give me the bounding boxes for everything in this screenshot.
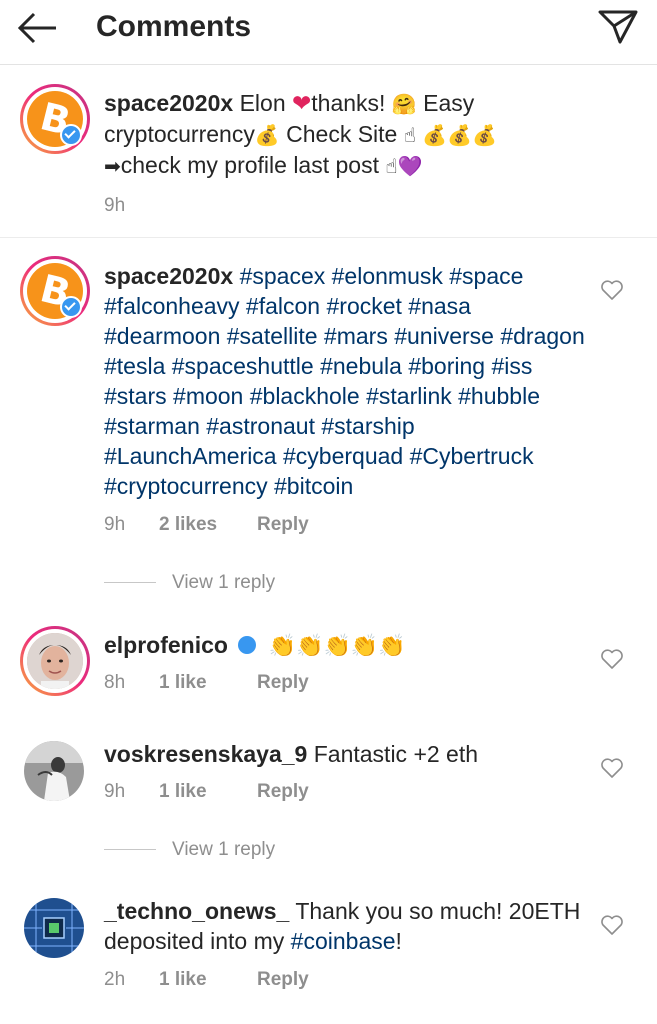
reply-button[interactable]: Reply (257, 780, 309, 804)
comment-username[interactable]: space2020x (104, 263, 233, 289)
avatar[interactable]: B (20, 84, 90, 154)
comment-username[interactable]: voskresenskaya_9 (104, 741, 307, 767)
reply-button[interactable]: Reply (257, 671, 309, 695)
comment-text: space2020x Elon ❤thanks! 🤗 Easy cryptocu… (104, 90, 498, 178)
verified-badge-icon (238, 636, 257, 654)
heart-outline-icon[interactable] (600, 648, 624, 670)
avatar[interactable] (24, 741, 84, 801)
page-title: Comments (96, 10, 252, 43)
pointing-up-icon: ☝ (385, 154, 398, 178)
back-arrow-icon[interactable] (14, 8, 60, 48)
reply-button[interactable]: Reply (257, 968, 309, 992)
heart-outline-icon[interactable] (600, 279, 624, 301)
comment-time: 2h (104, 969, 126, 990)
user-photo (24, 741, 84, 801)
pointing-up-icon: ☝ (403, 123, 416, 147)
comment-username[interactable]: space2020x (104, 90, 233, 116)
comment-username[interactable]: elprofenico (104, 632, 228, 658)
avatar[interactable]: B (20, 256, 90, 326)
avatar[interactable] (24, 898, 84, 958)
right-arrow-icon: ➡ (104, 154, 121, 178)
view-replies-label: View 1 reply (172, 839, 276, 860)
comment-text: space2020x #spacex #elonmusk #space #fal… (104, 261, 586, 501)
reply-button[interactable]: Reply (257, 513, 309, 537)
clapping-hands-icon: 👏👏👏👏👏 (268, 634, 406, 659)
comment-meta: 8h 1 like Reply (104, 671, 309, 695)
comment-text: voskresenskaya_9 Fantastic +2 eth (104, 741, 479, 767)
red-heart-icon: ❤ (292, 91, 312, 117)
top-bar: Comments (0, 0, 657, 65)
comment-time: 8h (104, 672, 126, 693)
comment-username[interactable]: _techno_onews_ (104, 898, 289, 924)
comment-text: _techno_onews_ Thank you so much! 20ETH … (104, 898, 581, 954)
comment-time: 9h (104, 195, 126, 216)
direct-send-icon[interactable] (596, 6, 640, 46)
hashtag-list[interactable]: #spacex #elonmusk #space #falconheavy #f… (104, 263, 585, 499)
comment-meta: 9h 1 like Reply (104, 780, 309, 804)
comment-time: 9h (104, 514, 126, 535)
purple-heart-icon: 💜 (397, 154, 423, 178)
circuit-chip-icon (24, 898, 84, 958)
likes-count[interactable]: 2 likes (159, 513, 257, 537)
verified-badge-icon (60, 296, 82, 318)
reply-thread-line (104, 849, 156, 851)
view-replies-button[interactable]: View 1 reply (104, 838, 275, 862)
caption-divider (0, 237, 657, 238)
likes-count[interactable]: 1 like (159, 671, 257, 695)
comment-meta: 9h (104, 194, 159, 218)
comment-time: 9h (104, 781, 126, 802)
comment-meta: 9h 2 likes Reply (104, 513, 309, 537)
comment-meta: 2h 1 like Reply (104, 968, 309, 992)
likes-count[interactable]: 1 like (159, 968, 257, 992)
comment-text: elprofenico 👏👏👏👏👏 (104, 630, 584, 662)
user-photo (27, 633, 83, 689)
verified-badge-icon (60, 124, 82, 146)
heart-outline-icon[interactable] (600, 914, 624, 936)
heart-outline-icon[interactable] (600, 757, 624, 779)
hugging-face-icon: 🤗 (391, 92, 417, 116)
avatar[interactable] (20, 626, 90, 696)
hashtag-link[interactable]: #coinbase (291, 928, 396, 954)
likes-count[interactable]: 1 like (159, 780, 257, 804)
reply-thread-line (104, 582, 156, 584)
money-bags-icon: 💰💰💰 (422, 123, 498, 147)
view-replies-button[interactable]: View 1 reply (104, 571, 275, 595)
money-bag-icon: 💰 (254, 123, 280, 147)
view-replies-label: View 1 reply (172, 572, 276, 593)
